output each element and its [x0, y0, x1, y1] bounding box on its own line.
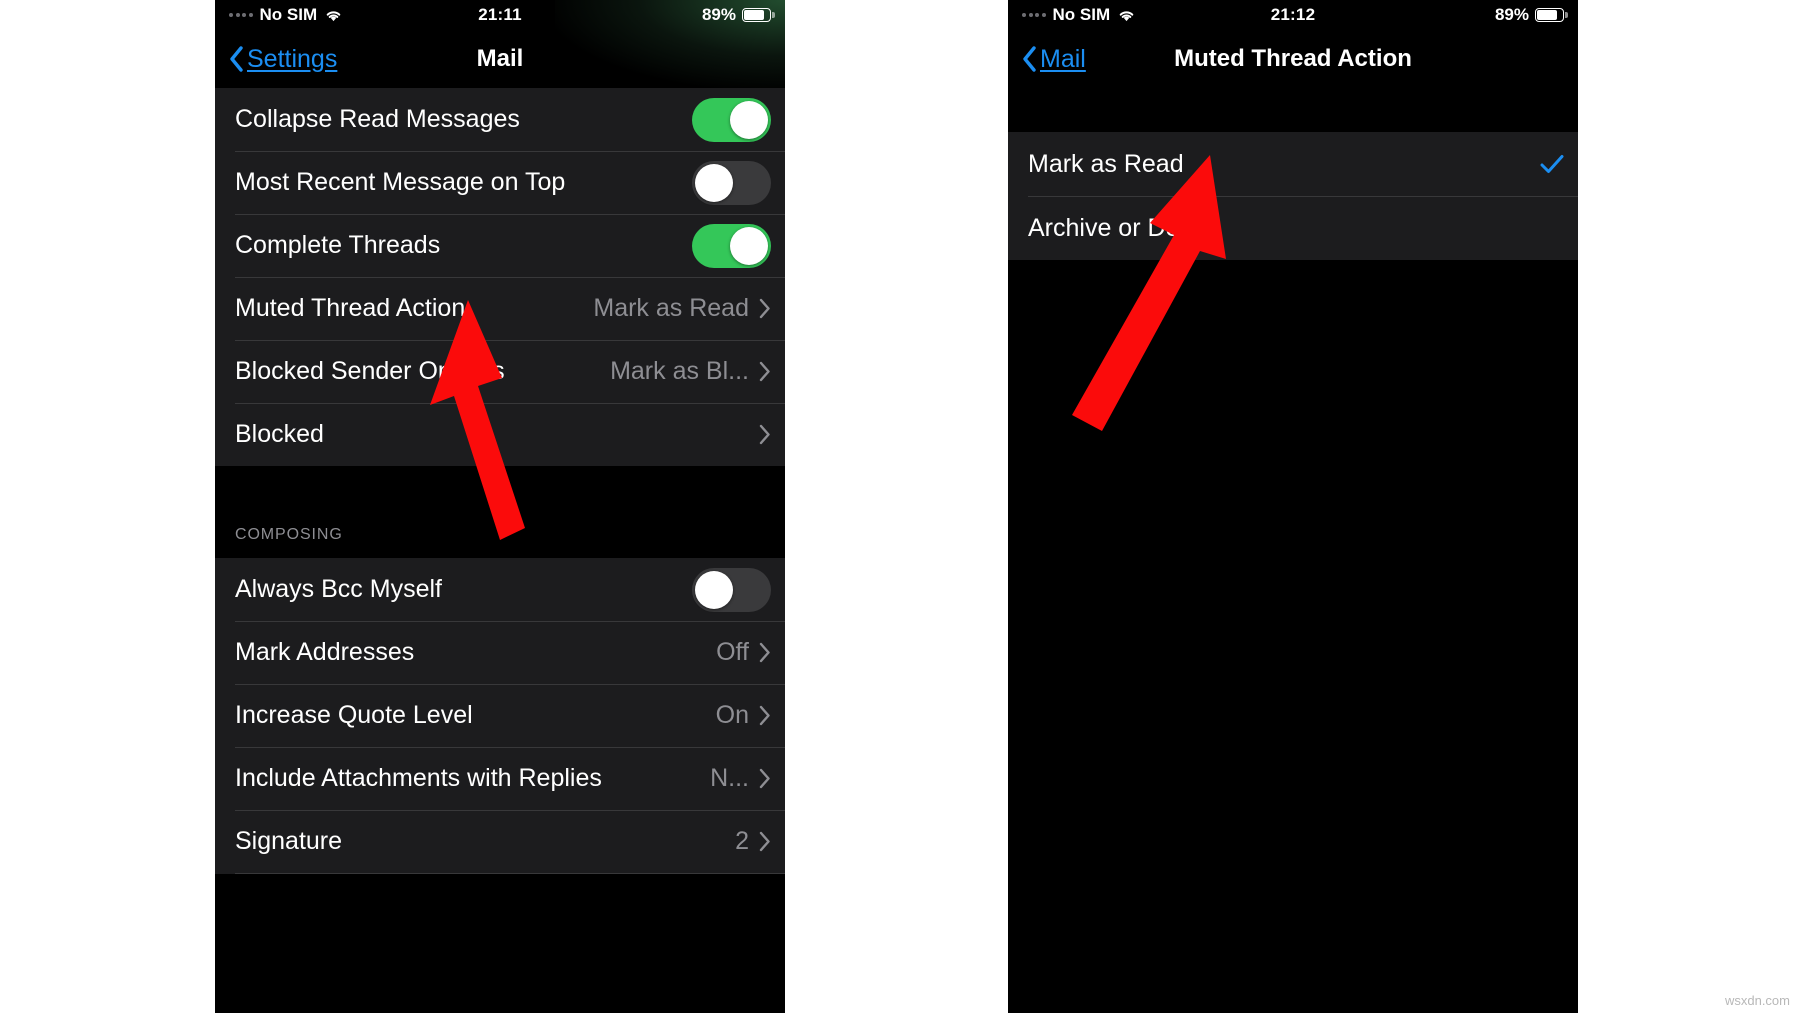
row-value: 2: [735, 827, 749, 855]
row-label: Include Attachments with Replies: [235, 764, 602, 792]
row-value: Off: [716, 638, 749, 666]
back-to-settings-button[interactable]: Settings: [229, 45, 337, 74]
row-label: Collapse Read Messages: [235, 105, 520, 133]
toggle-collapse-read-messages[interactable]: [692, 97, 771, 142]
chevron-right-icon: [759, 705, 771, 726]
chevron-right-icon: [759, 831, 771, 852]
back-label: Settings: [247, 44, 338, 73]
left-settings-group-1: Collapse Read Messages Most Recent Messa…: [215, 88, 785, 466]
toggle-most-recent-message-on-top[interactable]: [692, 160, 771, 205]
back-to-mail-button[interactable]: Mail: [1022, 45, 1086, 74]
row-label: Blocked Sender Options: [235, 357, 505, 385]
row-label: Most Recent Message on Top: [235, 168, 566, 196]
option-label: Archive or Delete: [1028, 213, 1220, 242]
row-label: Always Bcc Myself: [235, 575, 442, 603]
row-label: Blocked: [235, 420, 324, 448]
option-archive-or-delete[interactable]: Archive or Delete: [1008, 196, 1578, 260]
row-divider-cut-off: [235, 873, 785, 874]
section-header-composing: COMPOSING: [215, 466, 785, 558]
chevron-right-icon: [759, 361, 771, 382]
row-complete-threads[interactable]: Complete Threads: [215, 214, 785, 277]
row-label: Increase Quote Level: [235, 701, 473, 729]
row-value: On: [715, 701, 749, 729]
left-status-bar: No SIM 21:11 89%: [215, 0, 785, 30]
top-spacer: [1008, 88, 1578, 132]
battery-percent-label: 89%: [701, 5, 736, 24]
chevron-right-icon: [759, 298, 771, 319]
right-page-title: Muted Thread Action: [1174, 45, 1412, 72]
chevron-left-icon: [229, 46, 244, 72]
screenshot-canvas: No SIM 21:11 89% Settings Mail Collapse …: [0, 0, 1800, 1013]
right-phone-screen: No SIM 21:12 89% Mail Muted Thread Actio…: [1008, 0, 1578, 1013]
row-label: Signature: [235, 827, 343, 855]
row-always-bcc-myself[interactable]: Always Bcc Myself: [215, 558, 785, 621]
chevron-left-icon: [1022, 46, 1037, 72]
row-include-attachments-with-replies[interactable]: Include Attachments with Replies N...: [215, 747, 785, 810]
clock-label: 21:11: [478, 5, 522, 24]
left-settings-group-2: Always Bcc Myself Mark Addresses Off Inc…: [215, 558, 785, 874]
battery-percent-label: 89%: [1494, 5, 1529, 24]
checkmark-icon: [1540, 152, 1564, 176]
right-nav-bar: Mail Muted Thread Action: [1008, 30, 1578, 88]
row-value: Mark as Read: [593, 294, 749, 322]
row-muted-thread-action[interactable]: Muted Thread Action Mark as Read: [215, 277, 785, 340]
row-collapse-read-messages[interactable]: Collapse Read Messages: [215, 88, 785, 151]
clock-label: 21:12: [1270, 5, 1316, 24]
row-blocked-sender-options[interactable]: Blocked Sender Options Mark as Bl...: [215, 340, 785, 403]
toggle-always-bcc-myself[interactable]: [692, 567, 771, 612]
toggle-complete-threads[interactable]: [692, 223, 771, 268]
chevron-right-icon: [759, 424, 771, 445]
chevron-right-icon: [759, 768, 771, 789]
row-value: Mark as Bl...: [610, 357, 749, 385]
chevron-right-icon: [759, 642, 771, 663]
left-nav-bar: Settings Mail: [215, 30, 785, 88]
site-watermark: wsxdn.com: [1724, 993, 1790, 1008]
right-status-bar: No SIM 21:12 89%: [1008, 0, 1578, 30]
battery-icon: [1535, 8, 1568, 22]
muted-thread-action-options: Mark as Read Archive or Delete: [1008, 132, 1578, 260]
row-mark-addresses[interactable]: Mark Addresses Off: [215, 621, 785, 684]
row-label: Complete Threads: [235, 231, 441, 259]
row-value: N...: [710, 764, 749, 792]
left-phone-screen: No SIM 21:11 89% Settings Mail Collapse …: [215, 0, 785, 1013]
row-label: Muted Thread Action: [235, 294, 466, 322]
option-mark-as-read[interactable]: Mark as Read: [1008, 132, 1578, 196]
row-blocked[interactable]: Blocked: [215, 403, 785, 466]
battery-icon: [742, 8, 775, 22]
row-increase-quote-level[interactable]: Increase Quote Level On: [215, 684, 785, 747]
row-label: Mark Addresses: [235, 638, 415, 666]
row-signature[interactable]: Signature 2: [215, 810, 785, 873]
row-most-recent-message-on-top[interactable]: Most Recent Message on Top: [215, 151, 785, 214]
option-label: Mark as Read: [1028, 149, 1184, 178]
back-label: Mail: [1040, 44, 1086, 73]
